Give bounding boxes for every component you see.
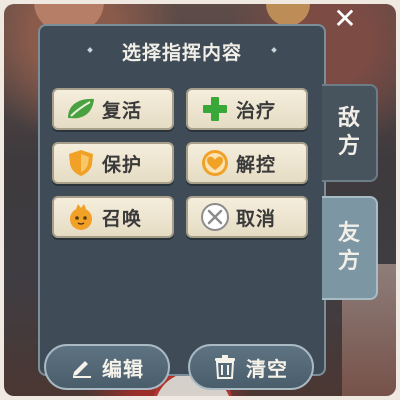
command-panel: 选择指挥内容 复活 治疗 保护 解控 召唤 取消 编辑 清空 — [38, 24, 326, 390]
plus-icon — [200, 94, 230, 124]
tab-enemy[interactable]: 敌 方 — [322, 84, 378, 182]
revive-button[interactable]: 复活 — [52, 88, 174, 130]
cancel-button[interactable]: 取消 — [186, 196, 308, 238]
cleanse-button[interactable]: 解控 — [186, 142, 308, 184]
protect-label: 保护 — [102, 153, 143, 176]
tab-enemy-label: 敌 方 — [337, 106, 360, 159]
close-icon: ✕ — [333, 2, 357, 35]
panel-title: 选择指挥内容 — [121, 42, 242, 64]
edit-label: 编辑 — [102, 356, 144, 381]
close-button[interactable]: ✕ — [330, 4, 360, 34]
leaf-icon — [66, 94, 96, 124]
shield-icon — [66, 148, 96, 178]
clear-button[interactable]: 清空 — [188, 344, 314, 390]
clear-label: 清空 — [246, 356, 288, 381]
trash-icon — [214, 355, 238, 379]
cleanse-label: 解控 — [236, 153, 277, 176]
cancel-x-icon — [200, 202, 230, 232]
protect-button[interactable]: 保护 — [52, 142, 174, 184]
edit-button[interactable]: 编辑 — [44, 344, 170, 390]
pencil-icon — [70, 355, 94, 379]
heart-shield-icon — [200, 148, 230, 178]
cancel-label: 取消 — [236, 207, 277, 230]
heal-button[interactable]: 治疗 — [186, 88, 308, 130]
tab-ally-label: 友 方 — [337, 221, 360, 274]
background-character-right — [266, 4, 310, 26]
heal-label: 治疗 — [236, 99, 277, 122]
summon-button[interactable]: 召唤 — [52, 196, 174, 238]
summon-creature-icon — [66, 202, 96, 232]
tab-ally[interactable]: 友 方 — [322, 196, 378, 300]
revive-label: 复活 — [102, 99, 143, 122]
summon-label: 召唤 — [102, 207, 143, 230]
